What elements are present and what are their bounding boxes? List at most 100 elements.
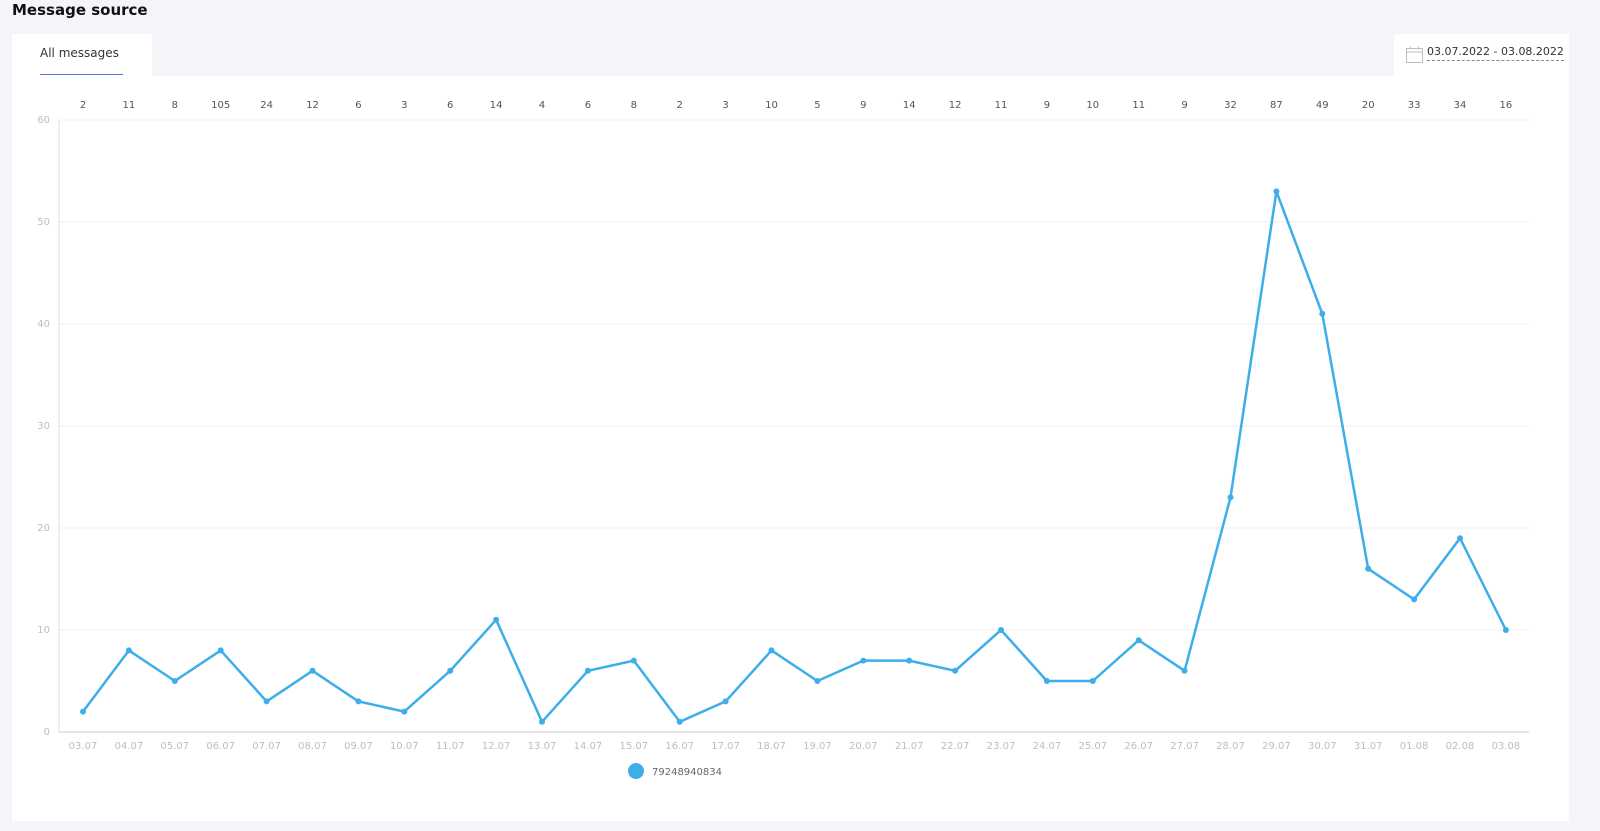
x-tick-label: 02.08 [1446, 741, 1475, 752]
top-count-label: 2 [677, 100, 683, 111]
x-tick-label: 27.07 [1170, 741, 1199, 752]
y-tick-label: 20 [37, 523, 50, 534]
data-point[interactable] [1227, 494, 1234, 501]
data-point[interactable] [1135, 637, 1142, 644]
data-point[interactable] [906, 657, 913, 664]
top-count-label: 16 [1500, 100, 1513, 111]
data-point[interactable] [171, 678, 178, 684]
top-count-label: 14 [903, 100, 916, 111]
x-tick-label: 05.07 [160, 741, 189, 752]
data-point[interactable] [860, 657, 867, 664]
top-count-label: 12 [949, 100, 962, 111]
x-tick-label: 26.07 [1124, 741, 1153, 752]
data-point[interactable] [768, 647, 775, 654]
series-line [82, 190, 1508, 724]
top-count-label: 3 [401, 100, 407, 111]
top-count-label: 24 [260, 100, 273, 111]
top-count-label: 10 [1086, 100, 1099, 111]
data-point[interactable] [1181, 667, 1188, 674]
data-point[interactable] [217, 647, 224, 654]
y-tick-label: 50 [37, 217, 50, 228]
data-point[interactable] [309, 667, 316, 674]
data-point[interactable] [676, 718, 683, 725]
y-tick-label: 10 [37, 625, 50, 636]
data-point[interactable] [1411, 596, 1418, 603]
x-tick-label: 16.07 [665, 741, 694, 752]
data-point[interactable] [1043, 678, 1050, 684]
data-point[interactable] [1502, 627, 1509, 633]
top-count-label: 34 [1454, 100, 1467, 111]
data-point[interactable] [1089, 678, 1096, 684]
x-tick-label: 25.07 [1078, 741, 1107, 752]
x-tick-label: 09.07 [344, 741, 373, 752]
top-count-label: 20 [1362, 100, 1375, 111]
legend-swatch [628, 763, 644, 779]
top-count-label: 11 [1132, 100, 1145, 111]
top-count-labels: 2 11 8 105 24 12 6 3 6 14 4 6 8 2 3 10 5 9 14 12 11 9 10 11 9 32 8… [80, 100, 1512, 111]
top-count-label: 8 [172, 100, 178, 111]
x-tick-label: 06.07 [206, 741, 235, 752]
x-tick-label: 22.07 [941, 741, 970, 752]
top-count-label: 5 [814, 100, 820, 111]
top-count-label: 10 [765, 100, 778, 111]
top-count-label: 105 [211, 100, 230, 111]
top-count-label: 14 [490, 100, 503, 111]
data-point[interactable] [952, 667, 959, 674]
data-point[interactable] [401, 708, 408, 715]
data-point[interactable] [1457, 535, 1463, 542]
top-count-label: 6 [585, 100, 591, 111]
top-count-label: 32 [1224, 100, 1237, 111]
x-tick-label: 11.07 [436, 741, 465, 752]
top-count-label: 6 [447, 100, 453, 111]
y-axis-ticks: 0 10 20 30 40 50 60 [37, 115, 50, 738]
data-point[interactable] [998, 627, 1004, 633]
data-point[interactable] [447, 667, 454, 674]
data-point[interactable] [80, 708, 86, 715]
x-tick-label: 23.07 [987, 741, 1016, 752]
x-tick-label: 03.08 [1492, 741, 1521, 752]
top-count-label: 11 [995, 100, 1008, 111]
top-count-label: 9 [1181, 100, 1187, 111]
data-point[interactable] [630, 657, 637, 664]
line-chart: 0102030405060 03.07 04.07 05.07 06.07 07.07 0… [37, 100, 1529, 779]
y-tick-label: 0 [44, 727, 50, 738]
x-tick-label: 19.07 [803, 741, 832, 752]
data-point[interactable] [539, 718, 545, 725]
grid-lines [59, 119, 1529, 631]
data-point[interactable] [722, 698, 729, 705]
x-tick-label: 04.07 [115, 741, 144, 752]
x-tick-label: 29.07 [1262, 741, 1291, 752]
data-point[interactable] [263, 698, 270, 705]
top-count-label: 4 [539, 100, 545, 111]
x-tick-label: 20.07 [849, 741, 878, 752]
x-tick-label: 07.07 [252, 741, 281, 752]
y-tick-label: 40 [37, 319, 50, 330]
chart-card: All messages 03.07.2022 - 03.08.2022 0 10… [12, 34, 1569, 821]
data-point[interactable] [355, 698, 362, 705]
data-point[interactable] [1365, 565, 1372, 572]
top-count-label: 8 [631, 100, 637, 111]
legend[interactable]: 79248940834 [628, 763, 722, 779]
data-point[interactable] [584, 667, 591, 674]
top-count-label: 9 [860, 100, 866, 111]
top-count-label: 12 [306, 100, 319, 111]
x-tick-label: 24.07 [1033, 741, 1062, 752]
series-points [80, 188, 1509, 725]
legend-label: 79248940834 [652, 767, 722, 778]
data-point[interactable] [493, 616, 500, 623]
data-point[interactable] [814, 678, 821, 684]
data-point[interactable] [1273, 188, 1280, 195]
y-tick-label: 30 [37, 421, 50, 432]
top-count-label: 11 [123, 100, 136, 111]
x-tick-label: 01.08 [1400, 741, 1429, 752]
data-point[interactable] [125, 647, 132, 654]
y-tick-label: 60 [37, 115, 50, 126]
page-title: Message source [12, 1, 148, 19]
x-tick-label: 15.07 [619, 741, 648, 752]
x-tick-label: 08.07 [298, 741, 327, 752]
top-count-label: 3 [722, 100, 728, 111]
x-tick-label: 12.07 [482, 741, 511, 752]
x-tick-label: 18.07 [757, 741, 786, 752]
data-point[interactable] [1319, 310, 1326, 317]
top-count-label: 49 [1316, 100, 1329, 111]
